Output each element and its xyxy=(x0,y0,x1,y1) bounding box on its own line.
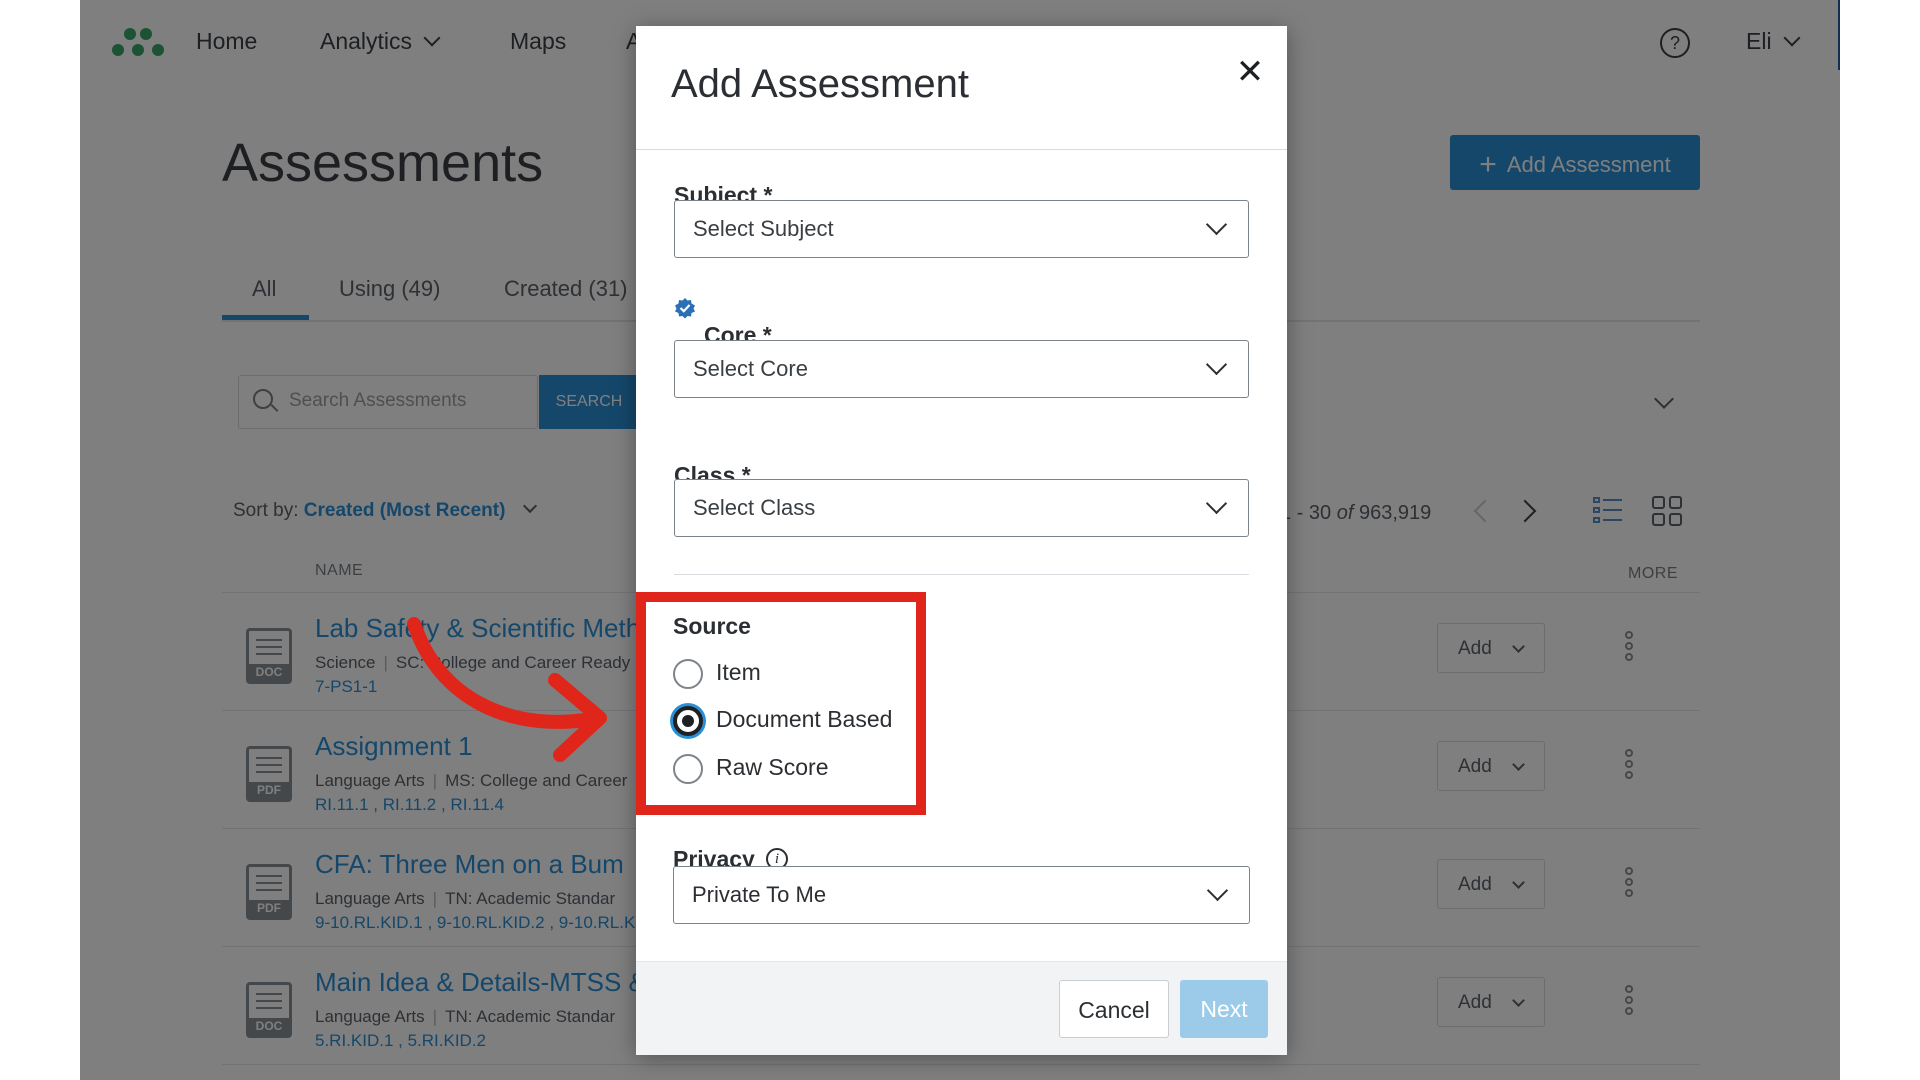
chevron-down-icon xyxy=(1205,492,1228,515)
radio-button[interactable] xyxy=(673,754,703,784)
chevron-down-icon xyxy=(1205,353,1228,376)
cancel-button[interactable]: Cancel xyxy=(1059,980,1169,1038)
core-select-value: Select Core xyxy=(693,356,808,381)
privacy-select[interactable]: Private To Me xyxy=(673,866,1250,924)
next-button[interactable]: Next xyxy=(1180,980,1268,1038)
radio-label: Item xyxy=(716,659,761,685)
radio-button[interactable] xyxy=(673,659,703,689)
chevron-down-icon xyxy=(1205,213,1228,236)
verified-badge-icon xyxy=(675,298,695,319)
modal-title: Add Assessment xyxy=(671,62,969,106)
chevron-down-icon xyxy=(1206,879,1229,902)
class-select[interactable]: Select Class xyxy=(674,479,1249,537)
add-assessment-modal: Add Assessment ✕ Subject * Select Subjec… xyxy=(636,26,1287,1055)
annotation-arrow-icon xyxy=(407,617,607,762)
radio-label: Raw Score xyxy=(716,754,829,780)
source-label: Source xyxy=(673,613,751,639)
modal-header-divider xyxy=(636,149,1287,150)
radio-button-checked[interactable] xyxy=(673,706,703,736)
subject-select-value: Select Subject xyxy=(693,216,834,241)
modal-section-divider xyxy=(674,574,1249,575)
class-select-value: Select Class xyxy=(693,495,816,520)
radio-label: Document Based xyxy=(716,706,893,732)
privacy-select-value: Private To Me xyxy=(692,882,827,907)
close-icon[interactable]: ✕ xyxy=(1233,52,1267,92)
subject-select[interactable]: Select Subject xyxy=(674,200,1249,258)
modal-footer: Cancel Next xyxy=(636,961,1287,1055)
core-select[interactable]: Select Core xyxy=(674,340,1249,398)
